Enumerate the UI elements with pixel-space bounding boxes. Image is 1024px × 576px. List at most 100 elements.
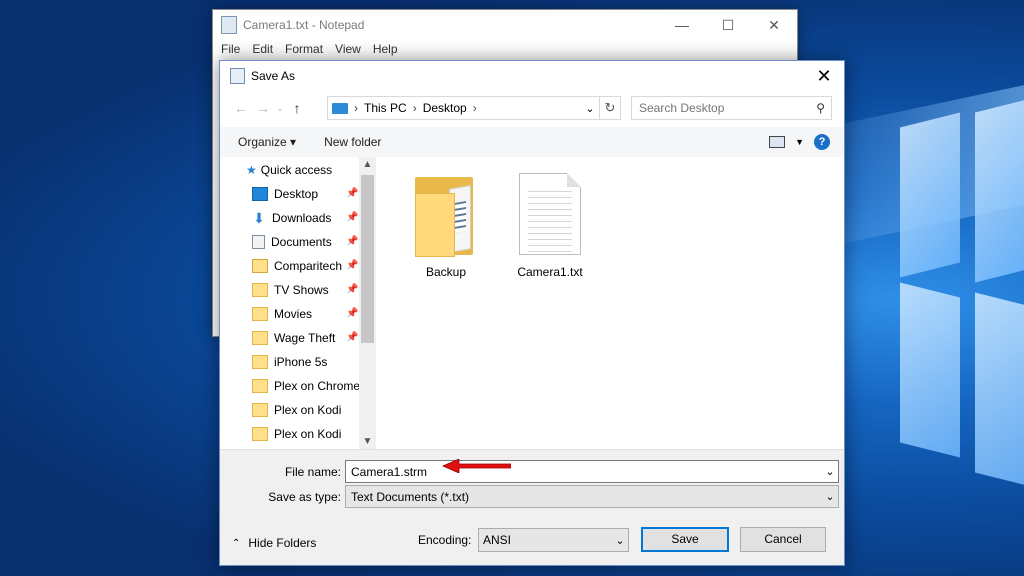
folder-icon <box>415 173 477 257</box>
minimize-button[interactable]: — <box>659 17 705 34</box>
help-icon[interactable]: ? <box>814 134 830 150</box>
menu-file[interactable]: File <box>215 40 246 58</box>
command-toolbar: Organize ▾ New folder ▼ ? <box>220 127 844 157</box>
sidebar-item-label: Quick access <box>260 163 333 177</box>
file-name-value[interactable]: Camera1.strm <box>346 465 427 479</box>
address-bar[interactable]: › This PC › Desktop › ⌄ ↻ <box>327 96 621 120</box>
navigation-pane[interactable]: ★ Quick access Desktop 📌 ⬇ Downloads 📌 D… <box>220 157 376 449</box>
breadcrumb-separator-icon[interactable]: › <box>473 101 477 115</box>
file-item-camera1-txt[interactable]: Camera1.txt <box>510 173 590 279</box>
pin-icon: 📌 <box>346 188 359 199</box>
annotation-arrow-icon <box>442 459 511 473</box>
encoding-select[interactable]: ANSI ⌄ <box>478 528 629 552</box>
breadcrumb-this-pc[interactable]: This PC <box>364 101 407 115</box>
sidebar-item-iphone-5s[interactable]: iPhone 5s <box>252 351 362 373</box>
menu-help[interactable]: Help <box>367 40 404 58</box>
view-dropdown-chevron-icon[interactable]: ▼ <box>795 137 804 147</box>
menu-format[interactable]: Format <box>279 40 329 58</box>
notepad-menu-bar: File Edit Format View Help <box>213 40 797 58</box>
forward-arrow-icon[interactable]: → <box>252 100 274 116</box>
pin-icon: 📌 <box>346 308 359 319</box>
folder-icon <box>252 283 268 297</box>
breadcrumb-separator-icon[interactable]: › <box>354 101 358 115</box>
file-name-label: Backup <box>425 265 467 279</box>
search-placeholder: Search Desktop <box>639 101 725 115</box>
folder-icon <box>252 331 268 345</box>
save-as-type-value: Text Documents (*.txt) <box>351 489 470 504</box>
file-item-backup[interactable]: Backup <box>406 173 486 279</box>
save-button[interactable]: Save <box>641 527 729 552</box>
search-input[interactable]: Search Desktop ⚲ <box>631 96 832 120</box>
wallpaper-logo-pane <box>975 97 1024 283</box>
navigation-bar: ← → ⌄ ↑ › This PC › Desktop › ⌄ ↻ Search… <box>220 95 844 121</box>
download-arrow-icon: ⬇ <box>253 210 265 226</box>
save-as-dialog[interactable]: Save As ✕ ← → ⌄ ↑ › This PC › Desktop › … <box>219 60 845 566</box>
notepad-title-bar[interactable]: Camera1.txt - Notepad — ☐ ✕ <box>213 10 797 40</box>
organize-button[interactable]: Organize ▾ <box>220 135 306 149</box>
back-arrow-icon[interactable]: ← <box>230 100 252 116</box>
chevron-down-icon[interactable]: ⌄ <box>817 465 838 478</box>
pin-icon: 📌 <box>346 332 359 343</box>
new-folder-button[interactable]: New folder <box>306 135 391 149</box>
cancel-button[interactable]: Cancel <box>740 527 826 552</box>
sidebar-item-plex-on-kodi[interactable]: Plex on Kodi <box>252 399 362 421</box>
sidebar-item-plex-on-kodi-2[interactable]: Plex on Kodi <box>252 423 362 445</box>
view-options-icon[interactable] <box>769 136 786 148</box>
maximize-button[interactable]: ☐ <box>705 17 751 34</box>
file-list[interactable]: Backup Camera1.txt <box>380 157 844 449</box>
chevron-down-icon[interactable]: ⌄ <box>817 490 838 503</box>
file-name-field[interactable]: Camera1.strm ⌄ <box>345 460 839 483</box>
user-folder-icon <box>252 259 268 273</box>
save-options-panel: File name: Camera1.strm ⌄ Save as type: … <box>220 449 844 565</box>
sidebar-item-label: Plex on Chromecast <box>274 379 360 393</box>
chevron-up-icon: ⌃ <box>232 537 241 549</box>
folder-icon <box>252 355 268 369</box>
up-arrow-icon[interactable]: ↑ <box>286 100 308 116</box>
sidebar-item-label: iPhone 5s <box>274 355 328 369</box>
pin-icon: 📌 <box>346 236 359 247</box>
hide-folders-button[interactable]: ⌃ Hide Folders <box>232 536 316 550</box>
encoding-value: ANSI <box>483 533 512 547</box>
sidebar-item-plex-on-chromecast[interactable]: Plex on Chromecast <box>252 375 360 397</box>
sidebar-item-label: Comparitech <box>274 259 343 273</box>
breadcrumb-desktop[interactable]: Desktop <box>423 101 467 115</box>
menu-edit[interactable]: Edit <box>246 40 279 58</box>
folder-icon <box>252 307 268 321</box>
wallpaper-logo-pane <box>975 292 1024 488</box>
menu-view[interactable]: View <box>329 40 367 58</box>
sidebar-item-label: Documents <box>271 235 332 249</box>
star-icon: ★ <box>246 163 257 177</box>
file-name-field-label: File name: <box>284 465 341 479</box>
chevron-down-icon[interactable]: ⌄ <box>581 102 599 115</box>
recent-locations-chevron-icon[interactable]: ⌄ <box>274 103 286 114</box>
refresh-icon[interactable]: ↻ <box>599 97 620 119</box>
dialog-title-bar[interactable]: Save As ✕ <box>220 61 844 91</box>
scroll-down-icon[interactable]: ▼ <box>359 436 376 447</box>
sidebar-item-label: Plex on Kodi <box>274 403 342 417</box>
folder-icon <box>252 403 268 417</box>
sidebar-item-label: Movies <box>274 307 313 321</box>
folder-icon <box>252 379 268 393</box>
navigation-scrollbar[interactable]: ▲ ▼ <box>359 157 376 449</box>
encoding-label: Encoding: <box>418 533 472 547</box>
save-as-type-select[interactable]: Text Documents (*.txt) ⌄ <box>345 485 839 508</box>
pin-icon: 📌 <box>346 260 359 271</box>
notepad-icon <box>221 16 237 34</box>
scrollbar-thumb[interactable] <box>361 175 374 343</box>
wallpaper-logo-pane <box>900 112 960 278</box>
file-name-label: Camera1.txt <box>517 265 583 279</box>
notepad-title: Camera1.txt - Notepad <box>243 18 365 32</box>
sidebar-item-label: Desktop <box>274 187 319 201</box>
chevron-down-icon[interactable]: ⌄ <box>608 534 628 547</box>
search-icon[interactable]: ⚲ <box>816 101 825 115</box>
close-button[interactable]: ✕ <box>751 17 797 34</box>
breadcrumb-separator-icon[interactable]: › <box>413 101 417 115</box>
scroll-up-icon[interactable]: ▲ <box>359 159 376 170</box>
documents-icon <box>252 235 265 249</box>
dialog-close-button[interactable]: ✕ <box>804 66 844 87</box>
sidebar-item-label: Wage Theft <box>274 331 336 345</box>
sidebar-item-label: Plex on Kodi <box>274 427 342 441</box>
text-file-icon <box>519 173 581 255</box>
sidebar-item-quick-access[interactable]: ★ Quick access <box>246 159 356 181</box>
hide-folders-label: Hide Folders <box>248 536 317 550</box>
